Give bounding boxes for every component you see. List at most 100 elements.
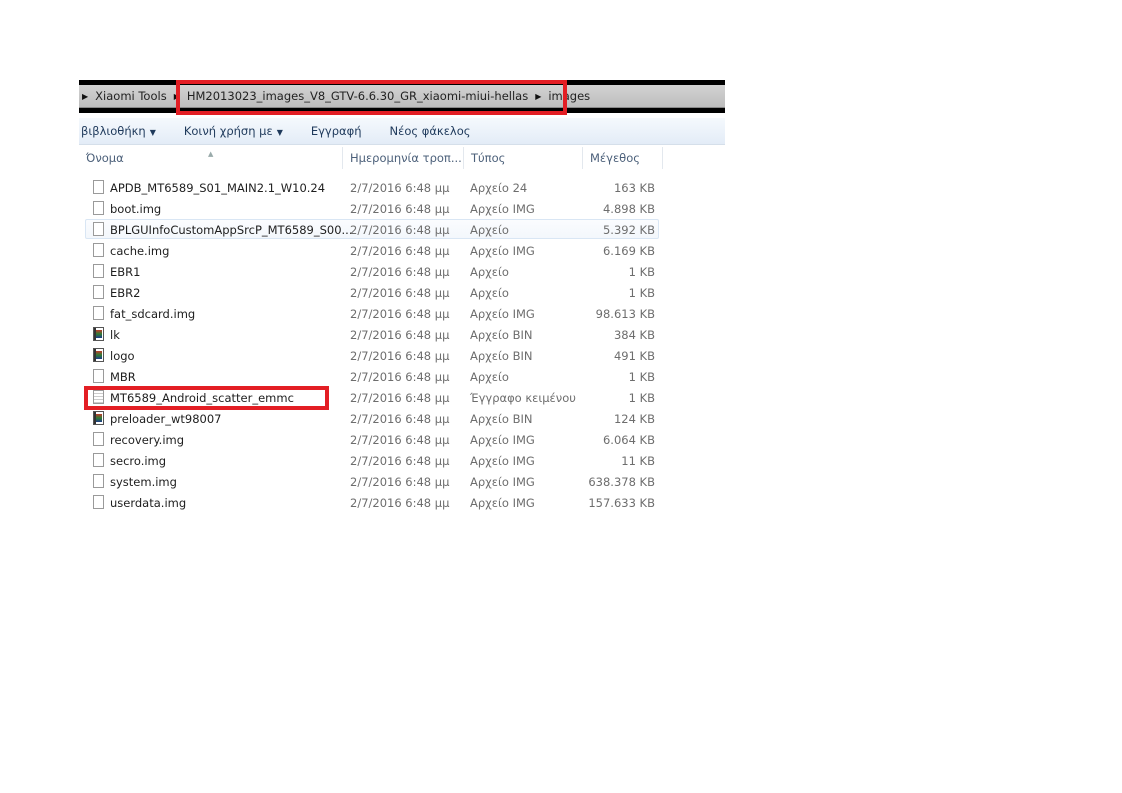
file-date: 2/7/2016 6:48 μμ [350, 496, 450, 510]
file-size: 124 KB [613, 412, 655, 426]
file-icon [93, 285, 104, 299]
file-date: 2/7/2016 6:48 μμ [350, 307, 450, 321]
column-header: Όνομα ▲ Ημερομηνία τροπ... Τύπος Μέγεθος [79, 147, 725, 169]
file-row[interactable]: APDB_MT6589_S01_MAIN2.1_W10.24 2/7/2016 6… [85, 177, 659, 197]
file-size: 1 KB [628, 286, 655, 300]
file-row[interactable]: BPLGUInfoCustomAppSrcP_MT6589_S00... 2/7/… [85, 219, 659, 239]
file-size: 98.613 KB [595, 307, 655, 321]
file-size: 1 KB [628, 370, 655, 384]
share-button[interactable]: Κοινή χρήση με ▼ [168, 124, 295, 138]
highlight-box-path [176, 80, 567, 115]
column-date[interactable]: Ημερομηνία τροπ... [343, 147, 464, 169]
file-name: APDB_MT6589_S01_MAIN2.1_W10.24 [110, 181, 326, 195]
file-icon [93, 474, 104, 488]
file-name: userdata.img [110, 496, 187, 510]
file-type: Αρχείο [470, 286, 509, 300]
file-row[interactable]: logo 2/7/2016 6:48 μμ Αρχείο BIN 491 KB [85, 345, 659, 365]
file-icon [93, 201, 104, 215]
file-name: BPLGUInfoCustomAppSrcP_MT6589_S00... [110, 223, 353, 237]
file-row[interactable]: userdata.img 2/7/2016 6:48 μμ Αρχείο IMG 15… [85, 492, 659, 512]
binary-file-icon [93, 411, 104, 425]
file-name: secro.img [110, 454, 167, 468]
file-icon [93, 369, 104, 383]
share-label: Κοινή χρήση με [183, 124, 273, 138]
chevron-down-icon: ▼ [276, 128, 283, 137]
file-type: Αρχείο IMG [470, 454, 535, 468]
sort-ascending-icon: ▲ [208, 150, 214, 158]
file-date: 2/7/2016 6:48 μμ [350, 349, 450, 363]
file-date: 2/7/2016 6:48 μμ [350, 454, 450, 468]
binary-file-icon [93, 348, 104, 362]
file-icon [93, 243, 104, 257]
file-name: preloader_wt98007 [110, 412, 222, 426]
file-type: Αρχείο BIN [470, 412, 533, 426]
file-name: system.img [110, 475, 177, 489]
column-name-label: Όνομα [86, 151, 124, 165]
chevron-right-icon: ▶ [82, 91, 89, 101]
burn-button[interactable]: Εγγραφή [295, 124, 374, 138]
file-size: 6.064 KB [602, 433, 655, 447]
column-type[interactable]: Τύπος [464, 147, 583, 169]
file-date: 2/7/2016 6:48 μμ [350, 412, 450, 426]
file-row[interactable]: lk 2/7/2016 6:48 μμ Αρχείο BIN 384 KB [85, 324, 659, 344]
file-type: Αρχείο IMG [470, 433, 535, 447]
file-name: cache.img [110, 244, 170, 258]
file-size: 163 KB [613, 181, 655, 195]
file-size: 638.378 KB [588, 475, 655, 489]
file-type: Αρχείο IMG [470, 202, 535, 216]
file-row[interactable]: preloader_wt98007 2/7/2016 6:48 μμ Αρχείο … [85, 408, 659, 428]
file-size: 384 KB [613, 328, 655, 342]
chevron-down-icon: ▼ [149, 128, 156, 137]
file-row[interactable]: EBR2 2/7/2016 6:48 μμ Αρχείο 1 KB [85, 282, 659, 302]
file-icon [93, 222, 104, 236]
file-date: 2/7/2016 6:48 μμ [350, 202, 450, 216]
file-date: 2/7/2016 6:48 μμ [350, 391, 450, 405]
file-type: Αρχείο [470, 265, 509, 279]
file-row[interactable]: MBR 2/7/2016 6:48 μμ Αρχείο 1 KB [85, 366, 659, 386]
file-size: 491 KB [613, 349, 655, 363]
file-name: fat_sdcard.img [110, 307, 196, 321]
file-name: MBR [110, 370, 136, 384]
binary-file-icon [93, 327, 104, 341]
file-size: 6.169 KB [602, 244, 655, 258]
file-type: Αρχείο IMG [470, 307, 535, 321]
file-row[interactable]: boot.img 2/7/2016 6:48 μμ Αρχείο IMG 4.898 … [85, 198, 659, 218]
breadcrumb-xiaomi-tools[interactable]: Xiaomi Tools [91, 89, 171, 103]
file-type: Αρχείο BIN [470, 328, 533, 342]
file-type: Αρχείο IMG [470, 244, 535, 258]
file-type: Αρχείο 24 [470, 181, 528, 195]
file-row[interactable]: fat_sdcard.img 2/7/2016 6:48 μμ Αρχείο IMG… [85, 303, 659, 323]
highlight-box-scatter-file [84, 386, 329, 410]
file-type: Αρχείο IMG [470, 475, 535, 489]
file-date: 2/7/2016 6:48 μμ [350, 265, 450, 279]
column-name[interactable]: Όνομα ▲ [79, 147, 343, 169]
command-bar: βιβλιοθήκη ▼ Κοινή χρήση με ▼ Εγγραφή Νέος… [79, 118, 725, 145]
file-icon [93, 453, 104, 467]
file-row[interactable]: system.img 2/7/2016 6:48 μμ Αρχείο IMG 638.… [85, 471, 659, 491]
file-date: 2/7/2016 6:48 μμ [350, 433, 450, 447]
file-name: EBR1 [110, 265, 141, 279]
file-name: boot.img [110, 202, 162, 216]
file-name: logo [110, 349, 135, 363]
file-size: 157.633 KB [588, 496, 655, 510]
file-size: 4.898 KB [602, 202, 655, 216]
file-name: lk [110, 328, 120, 342]
file-date: 2/7/2016 6:48 μμ [350, 181, 450, 195]
file-type: Αρχείο [470, 370, 509, 384]
column-size[interactable]: Μέγεθος [583, 147, 663, 169]
library-button[interactable]: βιβλιοθήκη ▼ [79, 124, 168, 138]
file-icon [93, 432, 104, 446]
file-size: 11 KB [621, 454, 655, 468]
file-size: 1 KB [628, 391, 655, 405]
file-row[interactable]: recovery.img 2/7/2016 6:48 μμ Αρχείο IMG 6.… [85, 429, 659, 449]
file-date: 2/7/2016 6:48 μμ [350, 475, 450, 489]
file-row[interactable]: EBR1 2/7/2016 6:48 μμ Αρχείο 1 KB [85, 261, 659, 281]
file-date: 2/7/2016 6:48 μμ [350, 223, 450, 237]
file-row[interactable]: secro.img 2/7/2016 6:48 μμ Αρχείο IMG 11 KB [85, 450, 659, 470]
file-name: EBR2 [110, 286, 141, 300]
file-icon [93, 495, 104, 509]
file-type: Έγγραφο κειμένου [470, 391, 576, 405]
new-folder-button[interactable]: Νέος φάκελος [374, 124, 483, 138]
file-size: 5.392 KB [602, 223, 655, 237]
file-row[interactable]: cache.img 2/7/2016 6:48 μμ Αρχείο IMG 6.169… [85, 240, 659, 260]
